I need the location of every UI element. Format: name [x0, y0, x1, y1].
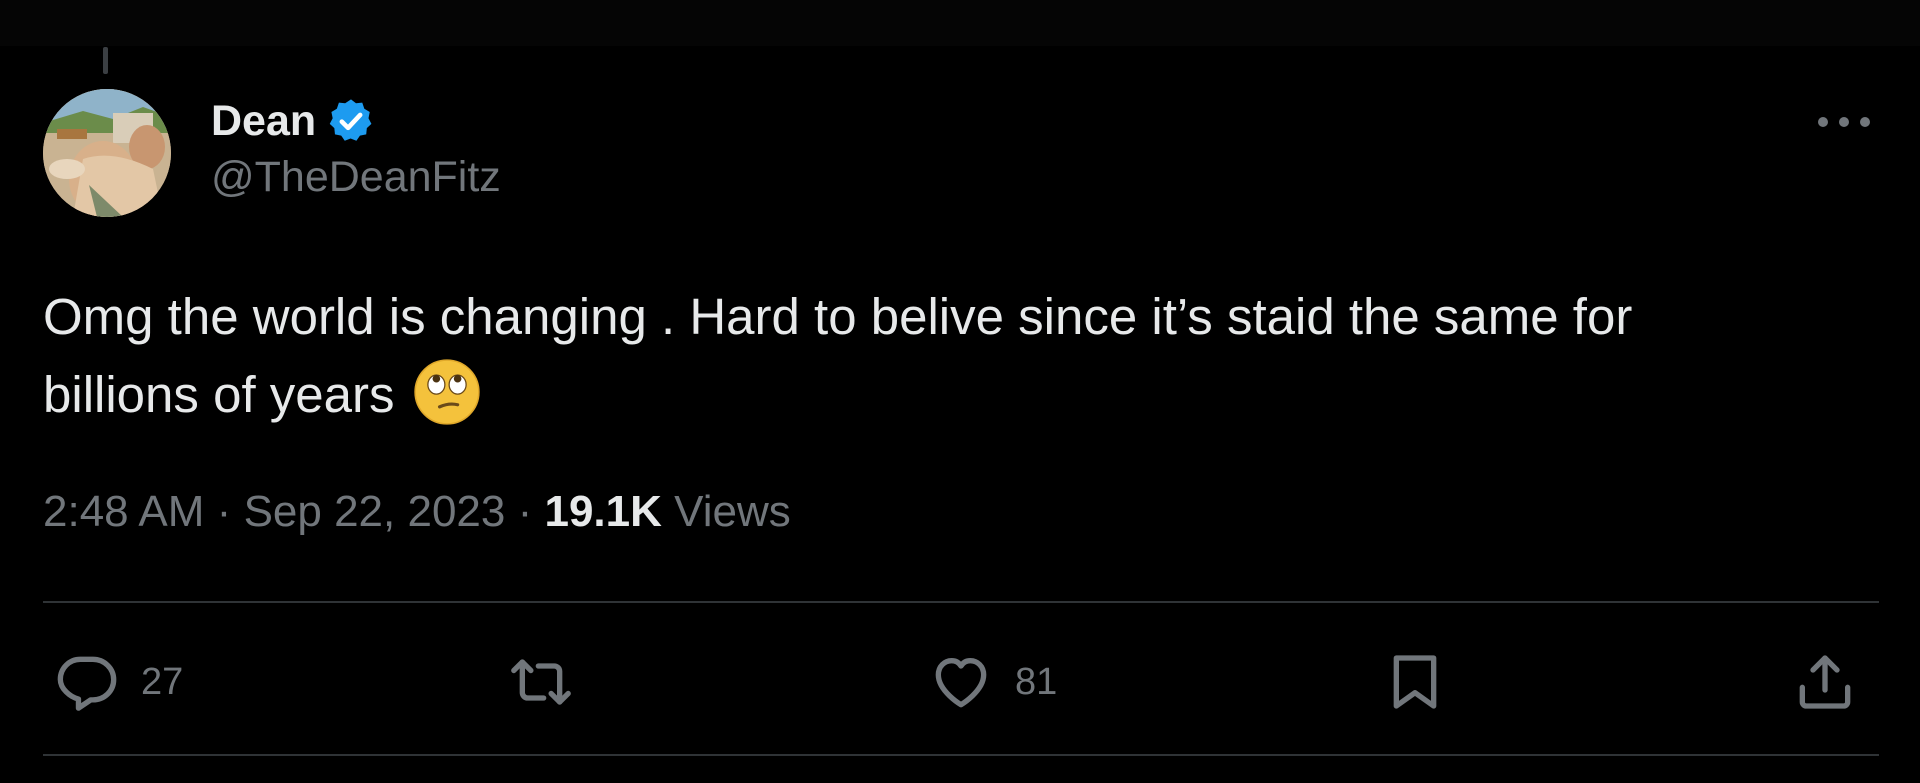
- face-with-rolling-eyes-icon: [413, 359, 480, 425]
- top-strip: [0, 0, 1920, 46]
- tweet-text: Omg the world is changing . Hard to beli…: [43, 278, 1863, 434]
- user-avatar-photo-icon: [43, 89, 171, 217]
- user-handle[interactable]: @TheDeanFitz: [211, 153, 501, 202]
- like-count: 81: [1015, 660, 1058, 703]
- tweet-text-line-1: Omg the world is changing . Hard to beli…: [43, 288, 1633, 345]
- share-icon: [1799, 655, 1851, 709]
- more-options-icon[interactable]: [1818, 104, 1870, 140]
- tweet-text-line-2-text: billions of years: [43, 366, 395, 423]
- tweet-meta: 2:48 AM · Sep 22, 2023 · 19.1K Views: [43, 487, 791, 537]
- retweet-button[interactable]: [509, 650, 573, 714]
- bookmark-button[interactable]: [1383, 650, 1447, 714]
- reply-icon: [57, 656, 117, 711]
- share-button[interactable]: [1793, 650, 1857, 714]
- divider-top: [43, 601, 1879, 603]
- reply-count: 27: [141, 660, 184, 703]
- meta-separator: ·: [517, 487, 533, 536]
- dot: [1818, 117, 1828, 127]
- display-name[interactable]: Dean: [211, 97, 316, 146]
- tweet-text-line-2: billions of years: [43, 356, 1863, 434]
- views-label: Views: [674, 487, 791, 536]
- reply-button[interactable]: 27: [55, 650, 183, 714]
- tweet-time[interactable]: 2:48 AM: [43, 487, 204, 536]
- retweet-icon: [511, 659, 571, 705]
- verified-badge-icon[interactable]: [326, 96, 376, 146]
- bookmark-icon: [1393, 655, 1437, 709]
- tweet-date[interactable]: Sep 22, 2023: [244, 487, 506, 536]
- name-row: Dean: [211, 91, 501, 151]
- author-block: Dean @TheDeanFitz: [211, 91, 501, 202]
- dot: [1860, 117, 1870, 127]
- dot: [1839, 117, 1849, 127]
- tweet-card: Dean @TheDeanFitz Omg the world is chang…: [0, 0, 1920, 783]
- action-bar: 27 81: [43, 630, 1879, 730]
- avatar[interactable]: [43, 89, 171, 217]
- heart-icon: [935, 658, 987, 708]
- views-count[interactable]: 19.1K: [544, 487, 661, 536]
- thread-connector: [103, 47, 108, 74]
- divider-bottom: [43, 754, 1879, 756]
- like-button[interactable]: 81: [929, 650, 1057, 714]
- meta-separator: ·: [216, 487, 232, 536]
